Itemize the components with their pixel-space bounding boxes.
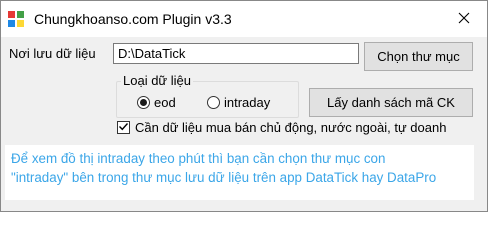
choose-folder-button[interactable]: Chọn thư mục bbox=[364, 42, 473, 71]
folder-path-input[interactable] bbox=[113, 43, 359, 64]
radio-eod-circle[interactable] bbox=[137, 96, 150, 109]
info-panel: Để xem đồ thị intraday theo phút thì bạn… bbox=[5, 145, 474, 200]
title-bar[interactable]: Chungkhoanso.com Plugin v3.3 bbox=[1, 1, 487, 37]
plugin-window: Chungkhoanso.com Plugin v3.3 Nơi lưu dữ … bbox=[0, 0, 488, 212]
close-button[interactable] bbox=[441, 1, 487, 37]
extra-data-checkbox-label: Cần dữ liệu mua bán chủ động, nước ngoài… bbox=[135, 120, 447, 135]
extra-data-checkbox-box[interactable] bbox=[117, 121, 130, 134]
radio-eod[interactable]: eod bbox=[137, 95, 176, 110]
info-line-1: Để xem đồ thị intraday theo phút thì bạn… bbox=[11, 151, 386, 166]
radio-intraday[interactable]: intraday bbox=[207, 95, 270, 110]
radio-intraday-label: intraday bbox=[224, 95, 271, 110]
get-stock-list-button[interactable]: Lấy danh sách mã CK bbox=[309, 88, 473, 117]
radio-intraday-circle[interactable] bbox=[207, 96, 220, 109]
window-title: Chungkhoanso.com Plugin v3.3 bbox=[34, 11, 232, 27]
close-icon bbox=[458, 12, 470, 27]
data-type-legend: Loại dữ liệu bbox=[121, 73, 193, 88]
extra-data-checkbox[interactable]: Cần dữ liệu mua bán chủ động, nước ngoài… bbox=[117, 120, 446, 135]
info-line-2: "intraday" bên trong thư mục lưu dữ liệu… bbox=[11, 170, 437, 185]
app-icon bbox=[7, 10, 25, 28]
folder-label: Nơi lưu dữ liệu bbox=[9, 46, 96, 61]
info-text: Để xem đồ thị intraday theo phút thì bạn… bbox=[11, 149, 475, 187]
checkmark-icon bbox=[118, 120, 129, 135]
radio-eod-label: eod bbox=[154, 95, 176, 110]
